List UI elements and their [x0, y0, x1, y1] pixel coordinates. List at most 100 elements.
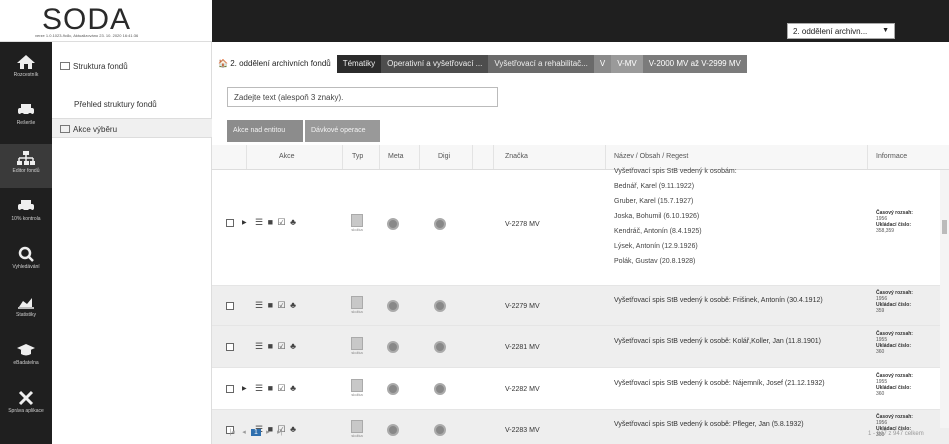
col-typ[interactable]: Typ: [343, 145, 380, 169]
car-icon: [18, 200, 34, 213]
row-signature: V-2279 MV: [505, 303, 540, 310]
row-info: Časový rozsah: 1955 Ukládací číslo: 360: [876, 373, 913, 397]
rail-item-reserse[interactable]: Rešerše: [0, 96, 52, 140]
table-row[interactable]: ☰ ■ ☑ ♣ složka V-2283 MV Vyšetřovací spi…: [212, 410, 949, 444]
row-action-icons[interactable]: ☰ ■ ☑ ♣: [255, 217, 297, 228]
name-line: Gruber, Karel (15.7.1927): [614, 198, 694, 205]
col-znacka[interactable]: Značka: [494, 145, 606, 169]
row-signature: V-2282 MV: [505, 386, 540, 393]
rail-item-editor[interactable]: Editor fondů: [0, 144, 52, 188]
col-informace[interactable]: Informace: [868, 145, 949, 169]
last-page-button[interactable]: ▸|: [275, 428, 285, 436]
row-info: Časový rozsah: 1956 Ukládací číslo: 358,359: [876, 210, 913, 234]
pager: |◂ ◂ 1 ▸ ▸|: [227, 428, 285, 442]
chart-icon: [18, 298, 34, 309]
hierarchy-icon: [17, 151, 35, 165]
table-row[interactable]: ▶ ☰ ■ ☑ ♣ složka V-2278 MV Vyšetřovací s…: [212, 168, 949, 286]
prev-page-button[interactable]: ◂: [239, 428, 249, 436]
nav-item-overview[interactable]: Přehled struktury fondů: [52, 94, 212, 114]
tab-operativni[interactable]: Operativní a vyšetřovací ...: [381, 55, 489, 73]
tab-tematiky[interactable]: Tématiky: [336, 55, 382, 73]
row-checkbox[interactable]: [226, 219, 234, 227]
car-icon: [18, 104, 34, 117]
home-icon: 🏠: [218, 59, 228, 68]
digi-icon[interactable]: [434, 218, 446, 230]
version-text: verze 1.0.1023-9c8c, Aktualizováno 23. 1…: [35, 33, 139, 38]
nav-label: Struktura fondů: [73, 62, 128, 71]
meta-icon[interactable]: [387, 424, 399, 436]
col-akce[interactable]: Akce: [247, 145, 343, 169]
row-signature: V-2281 MV: [505, 344, 540, 351]
graduation-cap-icon: [17, 344, 35, 356]
expand-arrow-icon[interactable]: ▶: [242, 219, 247, 226]
table-row[interactable]: ▶ ☰ ■ ☑ ♣ složka V-2282 MV Vyšetřovací s…: [212, 368, 949, 410]
rail-item-admin[interactable]: Správa aplikace: [0, 384, 52, 428]
batch-operations-button[interactable]: Dávkové operace: [305, 120, 380, 142]
folder-type-icon: složka: [349, 420, 365, 438]
row-checkbox[interactable]: [226, 302, 234, 310]
name-line: Kendráč, Antonín (8.4.1925): [614, 228, 702, 235]
name-line: Lýsek, Antonín (12.9.1926): [614, 243, 698, 250]
table-row[interactable]: ☰ ■ ☑ ♣ složka V-2281 MV Vyšetřovací spi…: [212, 326, 949, 368]
rail-label: eBadatelna: [13, 360, 39, 366]
chevron-down-icon: ▼: [882, 27, 889, 34]
row-title: Vyšetřovací spis StB vedený k osobě: Pfl…: [614, 421, 804, 428]
nav-label: Přehled struktury fondů: [74, 100, 157, 109]
scrollbar-thumb[interactable]: [942, 220, 947, 234]
row-action-icons[interactable]: ☰ ■ ☑ ♣: [255, 383, 297, 394]
breadcrumb-tabs: 🏠 2. oddělení archivních fondů Tématiky …: [212, 55, 747, 73]
digi-icon[interactable]: [434, 424, 446, 436]
folder-type-icon: složka: [349, 214, 365, 232]
expand-arrow-icon[interactable]: ▶: [242, 385, 247, 392]
department-select[interactable]: 2. oddělení archivn... ▼: [787, 23, 895, 39]
tab-v[interactable]: V: [593, 55, 612, 73]
digi-icon[interactable]: [434, 300, 446, 312]
filter-input[interactable]: Zadejte text (alespoň 3 znaky).: [227, 87, 498, 107]
digi-icon[interactable]: [434, 383, 446, 395]
nav-item-structure[interactable]: Struktura fondů: [52, 56, 212, 76]
row-info: Časový rozsah: 1955 Ukládací číslo: 360: [876, 331, 913, 355]
nav-item-actions[interactable]: Akce výběru: [52, 118, 212, 138]
rail-item-search[interactable]: Vyhledávání: [0, 240, 52, 284]
row-title: Vyšetřovací spis StB vedený k osobě: Fri…: [614, 297, 823, 304]
rail-item-ebadatelna[interactable]: eBadatelna: [0, 336, 52, 380]
row-checkbox[interactable]: [226, 385, 234, 393]
folder-type-icon: složka: [349, 337, 365, 355]
col-select: [212, 145, 247, 169]
tab-vysetrovaci[interactable]: Vyšetřovací a rehabilitač...: [488, 55, 594, 73]
folder-type-icon: složka: [349, 379, 365, 397]
rail-item-stats[interactable]: Statistiky: [0, 288, 52, 332]
table-scrollbar[interactable]: [940, 170, 949, 428]
tab-v-mv[interactable]: V-MV: [611, 55, 643, 73]
next-page-button[interactable]: ▸: [263, 428, 273, 436]
tab-v-2000-mv[interactable]: V-2000 MV až V-2999 MV: [642, 55, 747, 73]
meta-icon[interactable]: [387, 341, 399, 353]
first-page-button[interactable]: |◂: [227, 428, 237, 436]
table-row[interactable]: ☰ ■ ☑ ♣ složka V-2279 MV Vyšetřovací spi…: [212, 286, 949, 326]
meta-icon[interactable]: [387, 300, 399, 312]
left-nav: Struktura fondů Přehled struktury fondů …: [52, 42, 212, 444]
entity-actions-button[interactable]: Akce nad entitou: [227, 120, 303, 142]
table-icon: [60, 62, 70, 70]
folder-type-icon: složka: [349, 296, 365, 314]
col-meta[interactable]: Meta: [380, 145, 420, 169]
rail-label: Správa aplikace: [8, 408, 44, 414]
rail-item-home[interactable]: Rozcestník: [0, 48, 52, 92]
rail-label: Statistiky: [15, 312, 36, 318]
digi-icon[interactable]: [434, 341, 446, 353]
name-line: Bednář, Karel (9.11.1922): [614, 183, 695, 190]
meta-icon[interactable]: [387, 218, 399, 230]
rail-label: Editor fondů: [12, 168, 40, 174]
row-checkbox[interactable]: [226, 343, 234, 351]
col-digi[interactable]: Digi: [420, 145, 473, 169]
row-title: Vyšetřovací spis StB vedený k osobě: Náj…: [614, 380, 825, 387]
tab-department[interactable]: 🏠 2. oddělení archivních fondů: [212, 55, 337, 73]
row-action-icons[interactable]: ☰ ■ ☑ ♣: [255, 341, 297, 352]
rail-label: Vyhledávání: [12, 264, 40, 270]
current-page[interactable]: 1: [250, 429, 261, 436]
rail-label: Rozcestník: [13, 72, 39, 78]
rail-item-kontrola[interactable]: 10% kontrola: [0, 192, 52, 236]
app-logo[interactable]: SODA: [42, 3, 131, 37]
meta-icon[interactable]: [387, 383, 399, 395]
row-action-icons[interactable]: ☰ ■ ☑ ♣: [255, 300, 297, 311]
